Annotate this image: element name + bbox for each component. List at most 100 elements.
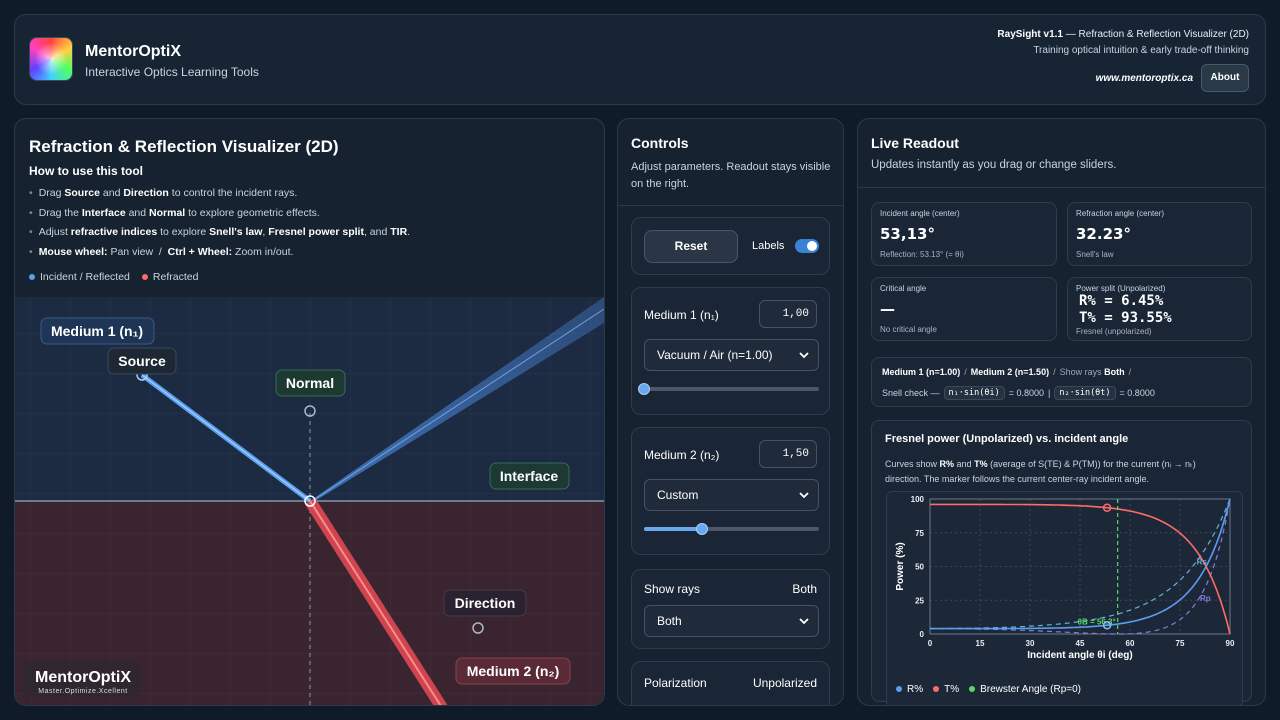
- incident-angle-label: Incident angle (center): [880, 209, 960, 218]
- visualizer-panel: Refraction & Reflection Visualizer (2D) …: [14, 118, 605, 706]
- medium1-summary: Medium 1 (n=1.00): [882, 367, 961, 377]
- app-subtitle: Training optical intuition & early trade…: [1033, 45, 1249, 56]
- label-medium1: Medium 1 (n₁): [40, 317, 155, 345]
- watermark-logo: MentorOptiX Master.Optimize.Xcellent: [23, 661, 141, 697]
- snell-check-card: Medium 1 (n=1.00) / Medium 2 (n=1.50) / Show…: [871, 357, 1252, 407]
- y-tick-label: 50: [915, 563, 924, 572]
- show-rays-card: Show rays Both Both: [631, 569, 830, 649]
- fresnel-plot-svg[interactable]: 0 15 30 45 60 75 90 0 25 50 75 100 Incident angle θi…: [887, 492, 1243, 706]
- critical-angle-label: Critical angle: [880, 284, 927, 293]
- medium1-card: Medium 1 (n₁) 1,00 Vacuum / Air (n=1.00): [631, 287, 830, 415]
- medium1-slider-thumb[interactable]: [638, 383, 650, 395]
- app-name: RaySight v1.1: [997, 29, 1063, 40]
- app-header: MentorOptiX Interactive Optics Learning …: [14, 14, 1266, 105]
- snell-check: Snell check — n₁·sin(θi) = 0.8000 | n₂·s…: [882, 386, 1155, 400]
- svg-text:Master.Optimize.Xcellent: Master.Optimize.Xcellent: [38, 688, 127, 695]
- y-tick-label: 25: [915, 596, 924, 605]
- visualizer-title: Refraction & Reflection Visualizer (2D): [29, 137, 339, 156]
- label-source: Source: [107, 347, 177, 375]
- labels-toggle[interactable]: [795, 239, 819, 253]
- website-link[interactable]: www.mentoroptix.ca: [1096, 73, 1193, 84]
- snell-val-2: = 0.8000: [1119, 388, 1155, 398]
- critical-angle-value: —: [880, 300, 895, 318]
- medium2-slider-thumb[interactable]: [695, 523, 708, 535]
- medium2-preset-value: Custom: [657, 488, 699, 502]
- y-axis-label: Power (%): [895, 542, 906, 590]
- y-tick-label: 75: [915, 529, 924, 538]
- brand-logo: [29, 37, 73, 81]
- show-rays-selected: Both: [657, 614, 682, 628]
- critical-angle-card: Critical angle — No critical angle: [871, 277, 1057, 341]
- fresnel-note: Fresnel (unpolarized): [1076, 327, 1152, 336]
- show-rays-label: Show rays: [644, 582, 701, 596]
- y-tick-label: 100: [911, 495, 925, 504]
- refraction-angle-card: Refraction angle (center) 32.23° Snell's…: [1067, 202, 1252, 266]
- fresnel-description: Curves show R% and T% (average of S(TE) …: [885, 459, 1196, 484]
- howto-list: Drag Source and Direction to control the…: [29, 187, 410, 265]
- rp-series-label: Rp: [1200, 594, 1211, 603]
- snell-note: Snell's law: [1076, 250, 1114, 259]
- medium2-summary: Medium 2 (n=1.50): [970, 367, 1050, 377]
- svg-text:Medium 2 (n₂): Medium 2 (n₂): [467, 663, 560, 679]
- svg-text:Source: Source: [118, 353, 166, 369]
- power-split-card: Power split (Unpolarized) R% = 6.45% T% …: [1067, 277, 1252, 341]
- svg-text:MentorOptiX: MentorOptiX: [35, 669, 131, 686]
- labels-toggle-label: Labels: [752, 240, 785, 252]
- app-desc: — Refraction & Reflection Visualizer (2D…: [1063, 29, 1249, 40]
- app-title: RaySight v1.1 — Refraction & Reflection …: [997, 29, 1249, 40]
- reset-card: Reset Labels: [631, 217, 830, 275]
- about-button[interactable]: About: [1201, 64, 1249, 92]
- refraction-angle-value: 32.23°: [1076, 225, 1131, 243]
- fresnel-legend: R% T% Brewster Angle (Rp=0): [896, 684, 1081, 695]
- critical-note: No critical angle: [880, 325, 937, 334]
- x-tick-label: 75: [1176, 639, 1185, 648]
- medium1-index-input[interactable]: 1,00: [759, 300, 817, 328]
- medium2-label: Medium 2 (n₂): [644, 448, 720, 462]
- medium2-slider[interactable]: [644, 523, 819, 535]
- howto-title: How to use this tool: [29, 164, 143, 178]
- media-summary: Medium 1 (n=1.00) / Medium 2 (n=1.50) / Show…: [882, 367, 1132, 377]
- rs-series-label: Rs: [1197, 557, 1208, 566]
- controls-subtitle: Adjust parameters. Readout stays visible…: [631, 161, 831, 190]
- readout-panel: Live Readout Updates instantly as you dr…: [857, 118, 1266, 706]
- x-axis-label: Incident angle θi (deg): [1027, 650, 1132, 661]
- x-tick-label: 90: [1226, 639, 1235, 648]
- ray-canvas[interactable]: Medium 1 (n₁) Source Normal Interface Di…: [15, 297, 604, 706]
- label-medium2: Medium 2 (n₂): [455, 657, 571, 685]
- show-rays-value: Both: [792, 582, 817, 596]
- x-tick-label: 30: [1026, 639, 1035, 648]
- power-split-label: Power split (Unpolarized): [1076, 284, 1166, 293]
- readout-subtitle: Updates instantly as you drag or change …: [871, 159, 1117, 171]
- show-rays-select[interactable]: Both: [644, 605, 819, 637]
- snell-expr-1: n₁·sin(θi): [943, 386, 1005, 400]
- legend-refracted: Refracted: [141, 271, 198, 283]
- snell-expr-2: n₂·sin(θt): [1054, 386, 1116, 400]
- fresnel-card: Fresnel power (Unpolarized) vs. incident…: [871, 420, 1252, 705]
- polarization-label: Polarization: [644, 676, 707, 690]
- polarization-value: Unpolarized: [752, 676, 817, 690]
- label-interface: Interface: [489, 462, 570, 490]
- howto-item: Mouse wheel: Pan view / Ctrl + Wheel: Zo…: [29, 246, 410, 266]
- brand-tagline: Interactive Optics Learning Tools: [85, 65, 259, 79]
- medium2-preset-select[interactable]: Custom: [644, 479, 819, 511]
- howto-item: Drag the Interface and Normal to explore…: [29, 207, 410, 227]
- legend-t: T%: [933, 684, 959, 695]
- medium1-label: Medium 1 (n₁): [644, 308, 719, 322]
- medium2-card: Medium 2 (n₂) 1,50 Custom: [631, 427, 830, 555]
- reflectance-value: R% = 6.45%: [1079, 293, 1164, 309]
- reset-button[interactable]: Reset: [644, 230, 738, 263]
- x-tick-label: 60: [1126, 639, 1135, 648]
- medium1-preset-select[interactable]: Vacuum / Air (n=1.00): [644, 339, 819, 371]
- svg-text:Normal: Normal: [286, 375, 334, 391]
- medium1-slider[interactable]: [638, 383, 819, 395]
- legend-r: R%: [896, 684, 923, 695]
- chevron-down-icon: [799, 618, 809, 625]
- readout-title: Live Readout: [871, 135, 959, 151]
- fresnel-title: Fresnel power (Unpolarized) vs. incident…: [885, 433, 1129, 445]
- medium2-index-input[interactable]: 1,50: [759, 440, 817, 468]
- transmittance-value: T% = 93.55%: [1079, 310, 1172, 326]
- incident-angle-card: Incident angle (center) 53,13° Reflectio…: [871, 202, 1057, 266]
- label-normal: Normal: [275, 369, 346, 397]
- chevron-down-icon: [799, 492, 809, 499]
- fresnel-chart: 0 15 30 45 60 75 90 0 25 50 75 100 Incident angle θi…: [886, 491, 1243, 706]
